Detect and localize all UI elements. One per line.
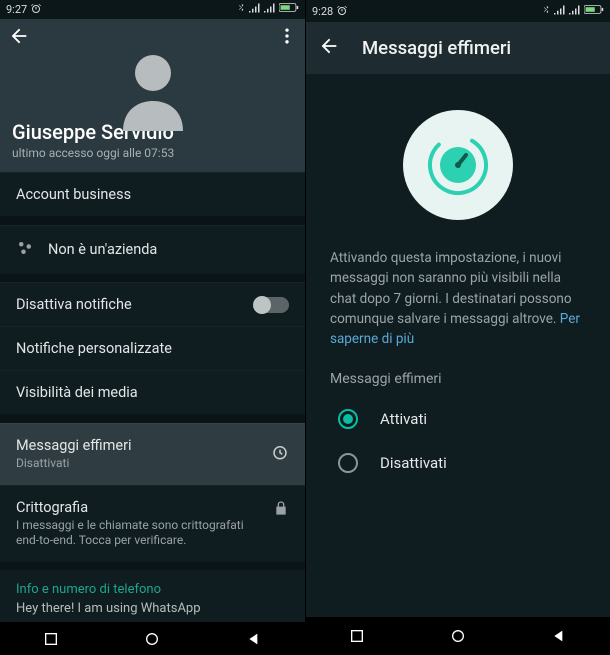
option-off-label: Disattivati [380, 454, 447, 472]
encryption-title: Crittografia [16, 499, 263, 516]
ephemeral-value: Disattivati [16, 456, 132, 472]
radio-group-label: Messaggi effimeri [306, 349, 610, 397]
timer-illustration-icon [403, 110, 513, 220]
android-navbar [306, 617, 610, 655]
radio-off[interactable] [338, 453, 358, 473]
option-on-row[interactable]: Attivati [306, 397, 610, 441]
avatar[interactable] [108, 41, 198, 131]
encryption-row[interactable]: Crittografia I messaggi e le chiamate so… [0, 485, 305, 562]
timer-icon [271, 443, 289, 465]
alarm-icon [30, 3, 42, 15]
notifications-toggle[interactable] [255, 297, 289, 313]
description-text: Attivando questa impostazione, i nuovi m… [306, 248, 610, 349]
not-company-row[interactable]: Non è un'azienda [0, 225, 305, 274]
app-bar: Messaggi effimeri [306, 22, 610, 74]
disable-notifications-label: Disattiva notifiche [16, 296, 132, 313]
media-visibility-row[interactable]: Visibilità dei media [0, 370, 305, 414]
signal-icon-2 [569, 5, 581, 18]
status-time: 9:27 [6, 3, 27, 16]
bluetooth-icon [542, 4, 551, 18]
disable-notifications-row[interactable]: Disattiva notifiche [0, 282, 305, 326]
last-seen-text: ultimo accesso oggi alle 07:53 [12, 146, 293, 160]
section-divider [0, 216, 305, 225]
ephemeral-settings-screen: 9:28 Messaggi effimeri Attiv [305, 0, 610, 655]
nav-recents-button[interactable] [43, 631, 59, 647]
status-bar: 9:27 [0, 0, 305, 19]
not-company-label: Non è un'azienda [48, 241, 157, 258]
more-menu-button[interactable] [277, 26, 297, 50]
alarm-icon [336, 5, 348, 17]
about-status-text: Hey there! I am using WhatsApp [0, 601, 305, 622]
nav-home-button[interactable] [144, 631, 160, 647]
back-button[interactable] [8, 25, 30, 51]
info-section-header: Info e numero di telefono [0, 570, 305, 601]
section-divider [0, 562, 305, 571]
battery-icon [584, 4, 604, 18]
company-icon [16, 239, 34, 261]
custom-notifications-row[interactable]: Notifiche personalizzate [0, 326, 305, 370]
custom-notifications-label: Notifiche personalizzate [16, 340, 172, 357]
account-business-row[interactable]: Account business [0, 172, 305, 216]
option-on-label: Attivati [380, 410, 427, 428]
radio-on[interactable] [338, 409, 358, 429]
lock-icon [273, 499, 289, 521]
back-button[interactable] [318, 35, 340, 61]
nav-back-button[interactable] [551, 628, 567, 644]
android-navbar [0, 622, 305, 655]
page-title: Messaggi effimeri [362, 37, 511, 59]
status-bar: 9:28 [306, 0, 610, 22]
media-visibility-label: Visibilità dei media [16, 384, 138, 401]
ephemeral-title: Messaggi effimeri [16, 437, 132, 454]
option-off-row[interactable]: Disattivati [306, 441, 610, 485]
signal-icon [554, 5, 566, 18]
contact-info-screen: 9:27 Giuseppe Servidio ultimo [0, 0, 305, 655]
bluetooth-icon [237, 2, 246, 16]
account-business-label: Account business [16, 186, 131, 203]
section-divider [0, 414, 305, 423]
encryption-sub: I messaggi e le chiamate sono crittograf… [16, 518, 263, 549]
nav-recents-button[interactable] [349, 628, 365, 644]
contact-header: Giuseppe Servidio ultimo accesso oggi al… [0, 19, 305, 172]
signal-icon [249, 3, 261, 16]
nav-back-button[interactable] [246, 631, 262, 647]
section-divider [0, 274, 305, 283]
nav-home-button[interactable] [450, 628, 466, 644]
illustration [306, 74, 610, 248]
ephemeral-messages-row[interactable]: Messaggi effimeri Disattivati [0, 423, 305, 485]
signal-icon-2 [264, 3, 276, 16]
battery-icon [279, 2, 299, 16]
description-body: Attivando questa impostazione, i nuovi m… [330, 250, 572, 327]
status-time: 9:28 [312, 5, 333, 18]
